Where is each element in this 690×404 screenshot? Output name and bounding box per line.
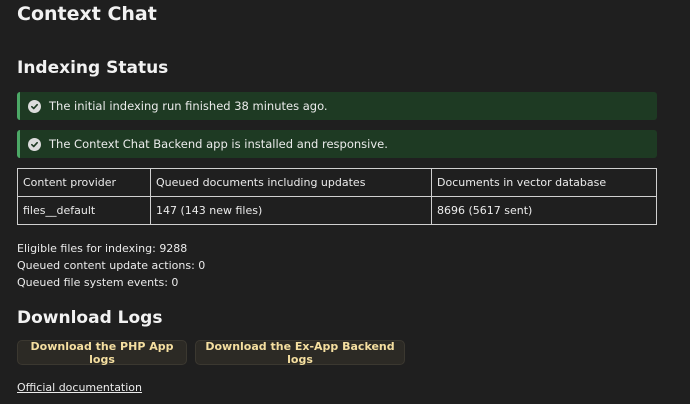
column-header-content-provider: Content provider [17, 168, 151, 197]
indexing-status-table: Content provider Queued documents includ… [17, 168, 657, 225]
notice-text: The initial indexing run finished 38 min… [49, 99, 328, 113]
cell-vector-documents: 8696 (5617 sent) [431, 196, 657, 225]
download-backend-logs-button[interactable]: Download the Ex-App Backend logs [195, 340, 405, 366]
download-logs-heading: Download Logs [17, 308, 163, 328]
column-header-queued-documents: Queued documents including updates [150, 168, 432, 197]
official-documentation-link[interactable]: Official documentation [17, 381, 142, 394]
column-header-vector-documents: Documents in vector database [431, 168, 657, 197]
indexing-finished-notice: The initial indexing run finished 38 min… [17, 92, 657, 120]
cell-content-provider: files__default [17, 196, 151, 225]
queued-content-actions-stat: Queued content update actions: 0 [17, 259, 206, 272]
indexing-status-heading: Indexing Status [17, 58, 169, 78]
check-circle-icon [28, 137, 41, 151]
queued-fs-events-stat: Queued file system events: 0 [17, 276, 179, 289]
eligible-files-stat: Eligible files for indexing: 9288 [17, 242, 188, 255]
notice-text: The Context Chat Backend app is installe… [49, 137, 388, 151]
context-chat-settings-page: Context Chat Indexing Status The initial… [0, 0, 690, 404]
table-header-row: Content provider Queued documents includ… [17, 168, 657, 197]
cell-queued-documents: 147 (143 new files) [150, 196, 432, 225]
check-circle-icon [28, 99, 41, 113]
backend-responsive-notice: The Context Chat Backend app is installe… [17, 130, 657, 158]
page-title: Context Chat [17, 3, 157, 25]
download-php-logs-button[interactable]: Download the PHP App logs [17, 340, 187, 366]
table-row: files__default 147 (143 new files) 8696 … [17, 196, 657, 225]
